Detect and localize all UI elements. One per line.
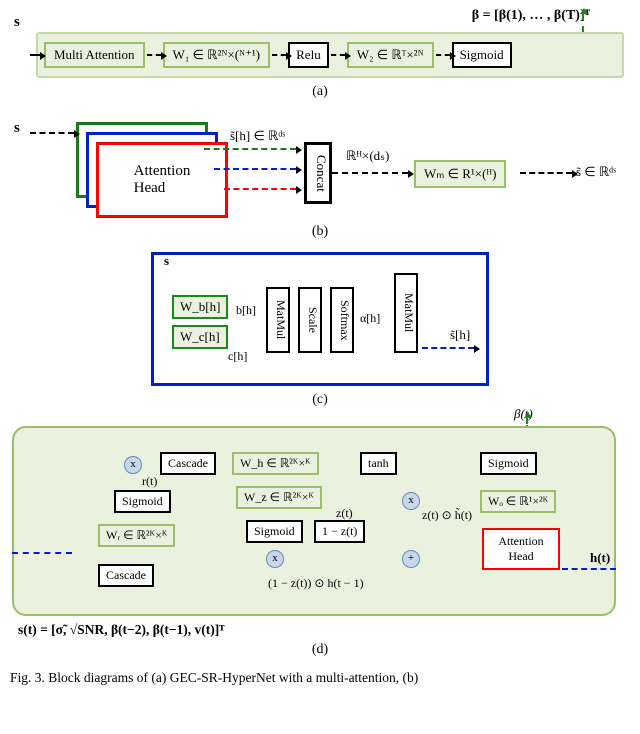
attention-head-stack-1: Attention Head bbox=[96, 142, 228, 218]
wh-block: W_h ∈ ℝ²ᴷ×ᴷ bbox=[232, 452, 319, 475]
stilde-h-out-label: s̃[h] bbox=[450, 327, 470, 343]
arrow-icon bbox=[436, 54, 450, 56]
zt-odot-h-label: z(t) ⊙ h̃(t) bbox=[422, 508, 472, 523]
beta-output-label: β = [β(1), … , β(T)]ᵀ bbox=[472, 8, 590, 24]
stilde-label: s̃ ∈ ℝᵈˢ bbox=[576, 164, 616, 180]
one-minus-z-odot-h-label: (1 − z(t)) ⊙ h(t − 1) bbox=[268, 576, 364, 591]
panel-c-label: (c) bbox=[8, 392, 632, 408]
mul-node-1: x bbox=[124, 456, 142, 474]
wz-block: W_z ∈ ℝ²ᴷ×ᴷ bbox=[236, 486, 322, 509]
panel-d-label: (d) bbox=[8, 642, 632, 658]
panel-a: s β = [β(1), … , β(T)]ᵀ Multi Attention … bbox=[36, 32, 624, 78]
arrow-red-icon bbox=[224, 188, 296, 190]
input-s-label: s bbox=[164, 253, 169, 269]
w1-block: W₁ ∈ ℝ²ᴺ×(ᴺ⁺¹) bbox=[163, 42, 271, 68]
arrow-green-icon bbox=[30, 132, 74, 134]
add-node: + bbox=[402, 550, 420, 568]
concat-block: Concat bbox=[304, 142, 332, 204]
wb-block: W_b[h] bbox=[172, 295, 228, 319]
w2-block: W₂ ∈ ℝᵀ×²ᴺ bbox=[347, 42, 434, 68]
arrow-blue-icon bbox=[12, 552, 72, 554]
arrow-icon bbox=[204, 148, 296, 150]
rt-label: r(t) bbox=[142, 474, 157, 489]
panel-b: s Attention Head s̃[h] ∈ ℝᵈˢ Concat ℝᴴ×(… bbox=[36, 112, 616, 218]
panel-d: x Cascade W_h ∈ ℝ²ᴷ×ᴷ tanh Sigmoid r(t) … bbox=[12, 426, 616, 616]
figure-caption: Fig. 3. Block diagrams of (a) GEC-SR-Hyp… bbox=[10, 670, 630, 686]
zt-label: z(t) bbox=[336, 506, 353, 521]
arrow-blue-icon bbox=[422, 347, 474, 349]
b-label: b[h] bbox=[236, 303, 256, 318]
matmul1-block: MatMul bbox=[266, 287, 290, 353]
tanh-block: tanh bbox=[360, 452, 397, 475]
arrow-blue-out-icon bbox=[562, 568, 616, 570]
mul-node-2: x bbox=[402, 492, 420, 510]
arrow-blue-icon bbox=[214, 168, 296, 170]
one-minus-z-block: 1 − z(t) bbox=[314, 520, 365, 543]
alpha-label: α[h] bbox=[360, 311, 380, 326]
input-s-label: s bbox=[14, 14, 20, 31]
mul-node-3: x bbox=[266, 550, 284, 568]
scale-block: Scale bbox=[298, 287, 322, 353]
multi-attention-block: Multi Attention bbox=[44, 42, 145, 68]
arrow-icon bbox=[520, 172, 572, 174]
input-s-label: s bbox=[14, 120, 20, 137]
stilde-h-label: s̃[h] ∈ ℝᵈˢ bbox=[230, 128, 285, 144]
wr-block: Wᵣ ∈ ℝ²ᴷ×ᴷ bbox=[98, 524, 175, 547]
matmul2-block: MatMul bbox=[394, 273, 418, 353]
sigmoid-block-2: Sigmoid bbox=[246, 520, 303, 543]
relu-block: Relu bbox=[288, 42, 329, 68]
softmax-block: Softmax bbox=[330, 287, 354, 353]
arrow-icon bbox=[30, 54, 40, 56]
sigmoid-block: Sigmoid bbox=[452, 42, 512, 68]
wc-block: W_c[h] bbox=[172, 325, 228, 349]
hdim-label: ℝᴴ×(dₛ) bbox=[346, 148, 389, 164]
c-label: c[h] bbox=[228, 349, 247, 364]
arrow-up-icon bbox=[582, 14, 584, 32]
panel-c: s W_b[h] W_c[h] b[h] c[h] MatMul Scale S… bbox=[151, 252, 489, 386]
wo-block: Wₒ ∈ ℝ¹×²ᴷ bbox=[480, 490, 556, 513]
arrow-icon bbox=[147, 54, 161, 56]
cascade-block-bottom: Cascade bbox=[98, 564, 154, 587]
panel-b-label: (b) bbox=[8, 224, 632, 240]
arrow-icon bbox=[272, 54, 286, 56]
arrow-icon bbox=[332, 172, 408, 174]
wm-block: Wₘ ∈ R¹×(ᴴ) bbox=[414, 160, 506, 188]
ht-label: h(t) bbox=[590, 550, 610, 566]
sigmoid-block-3: Sigmoid bbox=[480, 452, 537, 475]
cascade-block-top: Cascade bbox=[160, 452, 216, 475]
attention-head-block: Attention Head bbox=[482, 528, 560, 570]
sigmoid-block-1: Sigmoid bbox=[114, 490, 171, 513]
arrow-icon bbox=[331, 54, 345, 56]
panel-a-label: (a) bbox=[8, 84, 632, 100]
st-input-label: s(t) = [σ̃, √SNR, β(t−2), β(t−1), v(t)]ᵀ bbox=[18, 622, 632, 638]
